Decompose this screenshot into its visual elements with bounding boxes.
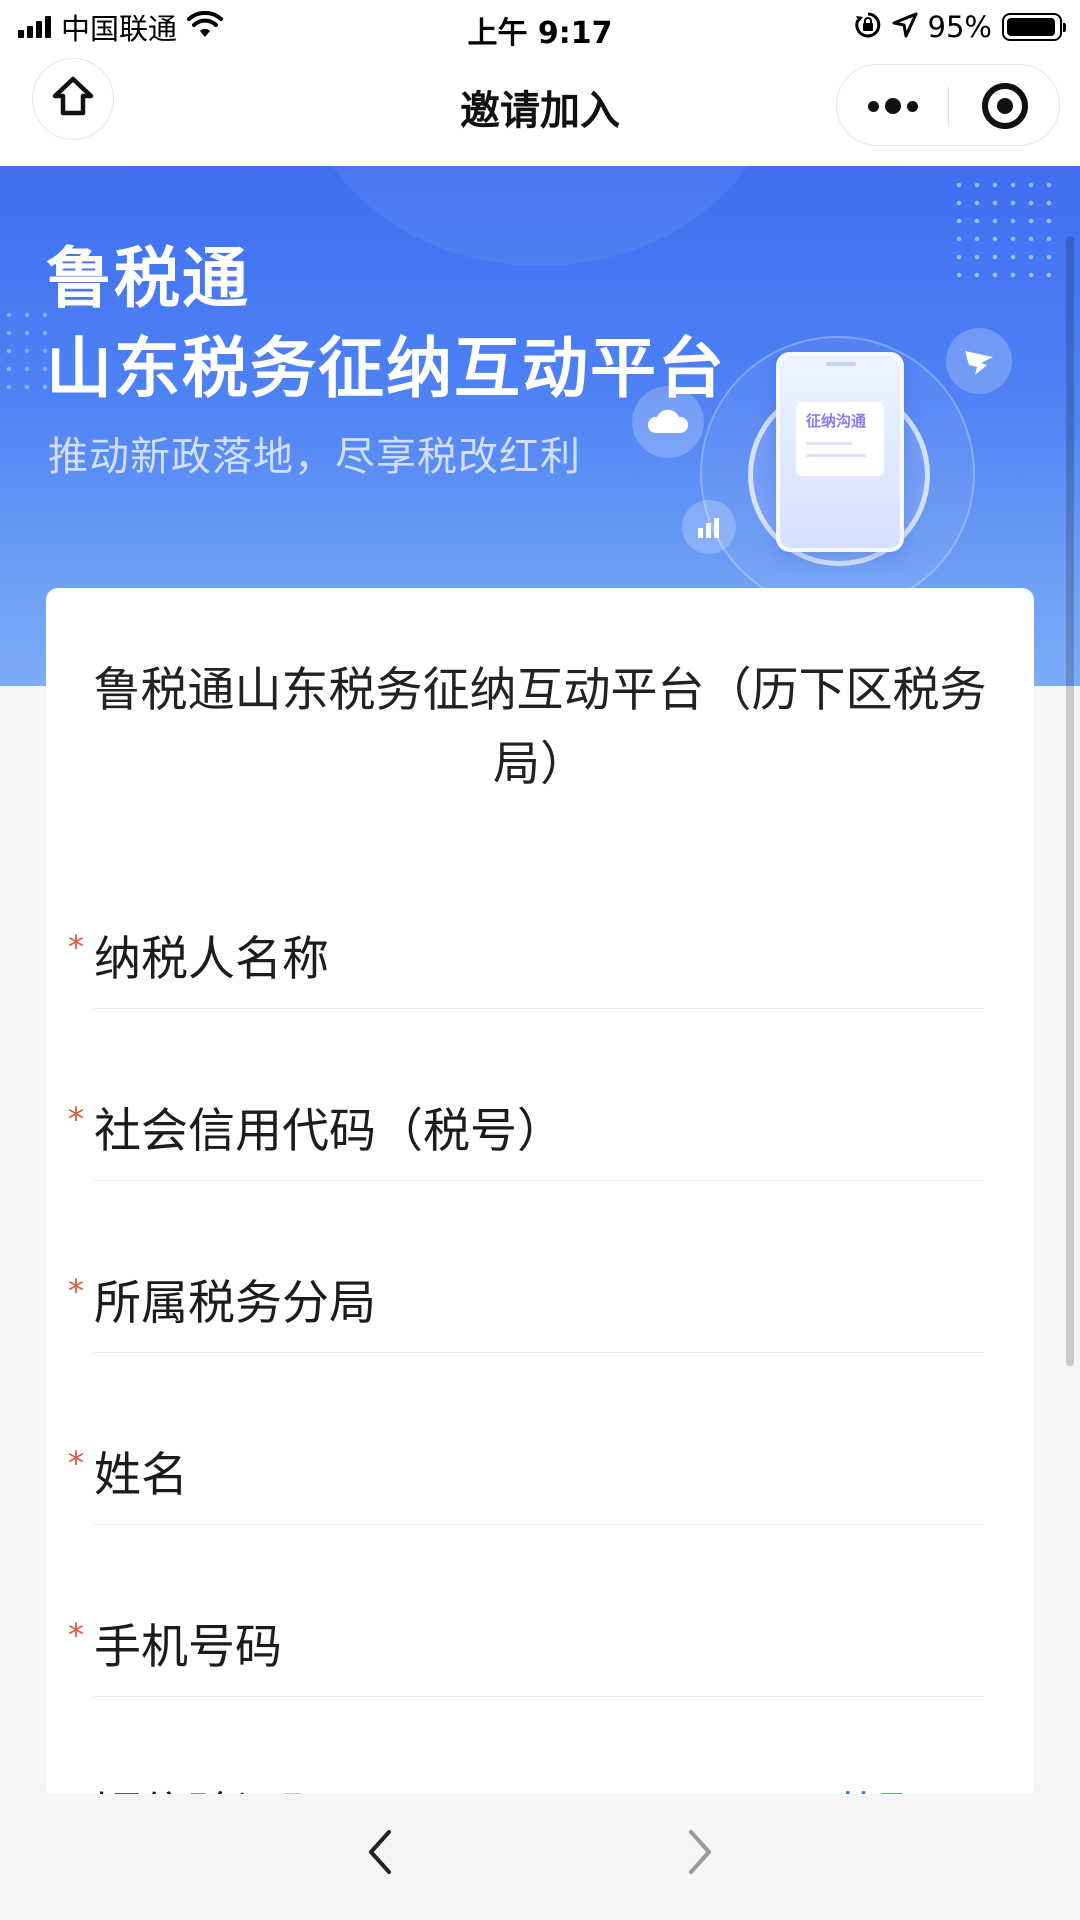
more-dots-icon (906, 100, 918, 112)
forward-button[interactable] (660, 1814, 740, 1894)
phone-card: 征纳沟通 (796, 402, 884, 476)
field-label: 所属税务分局 (94, 1276, 376, 1331)
status-right: 95% (854, 10, 1066, 44)
chevron-left-icon (365, 1828, 395, 1880)
field-divider (94, 1008, 984, 1009)
mini-program-close-icon (981, 83, 1028, 129)
phone-illustration: 征纳沟通 (776, 352, 904, 552)
phone-card-label: 征纳沟通 (806, 412, 867, 430)
back-button[interactable] (340, 1814, 420, 1894)
field-divider (94, 1696, 984, 1697)
banner-title-line2: 山东税务征纳互动平台 (46, 330, 726, 407)
required-mark: * (68, 1272, 84, 1310)
required-mark: * (68, 928, 84, 966)
chevron-right-icon (685, 1828, 715, 1880)
field-taxpayer-name[interactable]: * 纳税人名称 (46, 928, 1034, 1100)
battery-level (1007, 18, 1055, 36)
bottom-toolbar (0, 1794, 1080, 1920)
location-icon (892, 12, 918, 42)
status-bar: 中国联通 上午 9:17 95% (0, 0, 1080, 54)
required-mark: * (68, 1444, 84, 1482)
more-button[interactable] (837, 65, 948, 147)
field-label: 社会信用代码（税号） (94, 1104, 564, 1159)
battery-icon (1002, 13, 1066, 41)
field-tax-branch[interactable]: * 所属税务分局 (46, 1272, 1034, 1444)
dot-pattern (950, 176, 1060, 286)
field-divider (94, 1352, 984, 1353)
field-name[interactable]: * 姓名 (46, 1444, 1034, 1616)
required-mark: * (68, 1100, 84, 1138)
banner-subtitle: 推动新政落地，尽享税改红利 (48, 434, 581, 480)
nav-bar: 邀请加入 (0, 54, 1080, 166)
invite-form: 鲁税通山东税务征纳互动平台（历下区税务局） * 纳税人名称 * 社会信用代码（税… (46, 588, 1034, 1798)
more-dots-icon (867, 100, 879, 112)
battery-percent: 95% (927, 10, 992, 44)
required-mark: * (68, 1616, 84, 1654)
close-button[interactable] (949, 65, 1060, 147)
field-label: 姓名 (94, 1448, 188, 1503)
orientation-lock-icon (854, 11, 882, 43)
scrollbar[interactable] (1066, 236, 1074, 1366)
banner-title-line1: 鲁税通 (46, 240, 250, 317)
cloud-icon (632, 386, 704, 458)
field-credit-code[interactable]: * 社会信用代码（税号） (46, 1100, 1034, 1272)
field-divider (94, 1180, 984, 1181)
field-label: 纳税人名称 (94, 932, 329, 987)
field-phone[interactable]: * 手机号码 (46, 1616, 1034, 1788)
more-dots-icon (884, 98, 901, 114)
field-label: 手机号码 (94, 1620, 282, 1675)
chart-icon (682, 500, 736, 554)
banner-title: 鲁税通 山东税务征纳互动平台 (46, 234, 726, 414)
form-title: 鲁税通山东税务征纳互动平台（历下区税务局） (93, 663, 987, 792)
field-divider (94, 1524, 984, 1525)
mini-program-capsule (836, 64, 1060, 146)
dingtalk-icon (946, 328, 1012, 394)
